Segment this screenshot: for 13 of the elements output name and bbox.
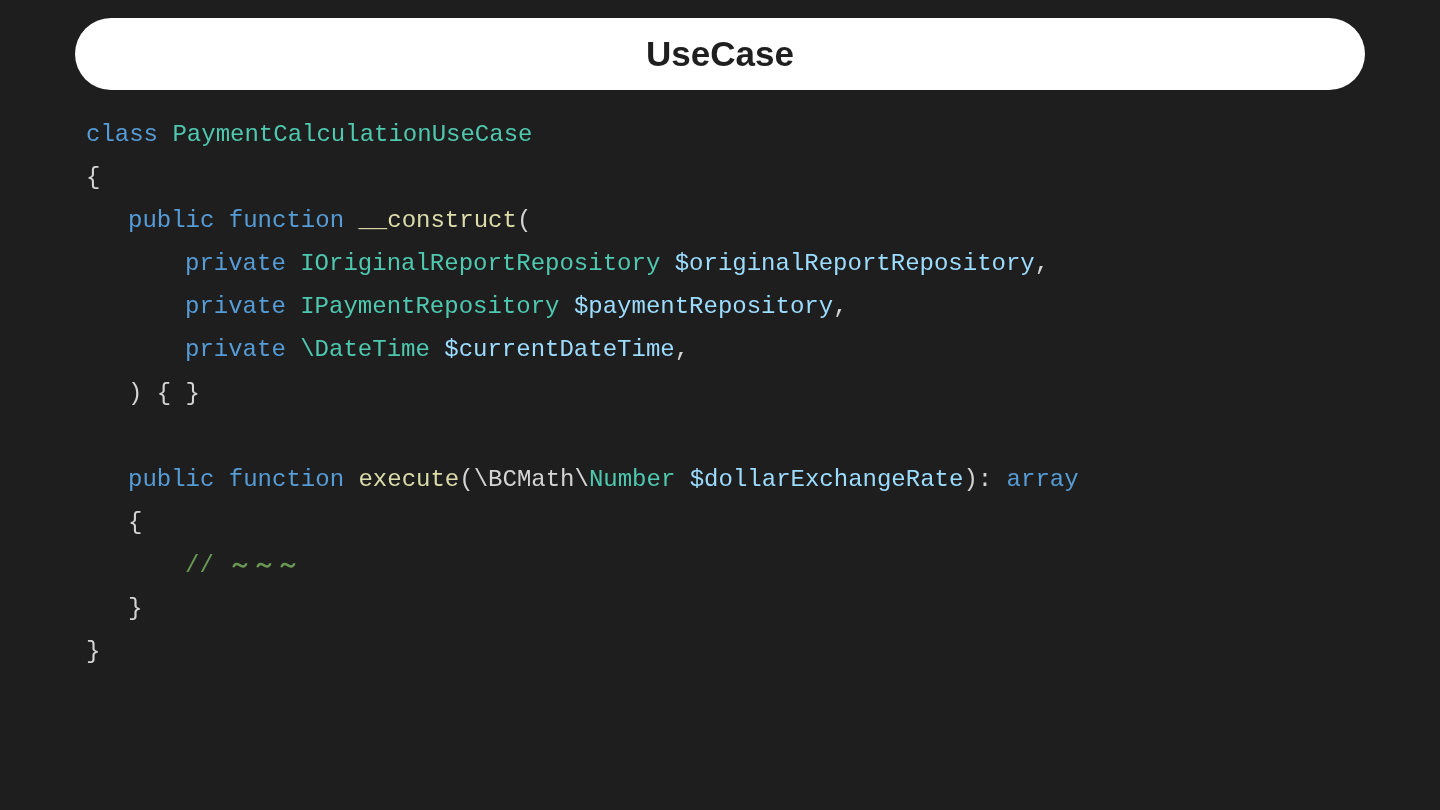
code-line: private \DateTime $currentDateTime, [185, 335, 690, 366]
code-line: { [128, 507, 143, 538]
code-line: public function __construct( [128, 206, 532, 237]
code-line: } [128, 594, 143, 625]
code-line: private IOriginalReportRepository $originalReportRepository, [185, 249, 1050, 280]
code-line: class PaymentCalculationUseCase [86, 120, 533, 150]
code-line: // ～～～ [185, 550, 301, 581]
code-line: ) { } [128, 378, 200, 409]
title-banner: UseCase [75, 18, 1365, 90]
code-line: private IPaymentRepository $paymentRepository, [185, 292, 848, 323]
code-line: { [86, 163, 101, 194]
code-line: } [86, 637, 101, 668]
code-line: public function execute(\BCMath\Number $dollarExchangeRate): array [128, 464, 1079, 495]
